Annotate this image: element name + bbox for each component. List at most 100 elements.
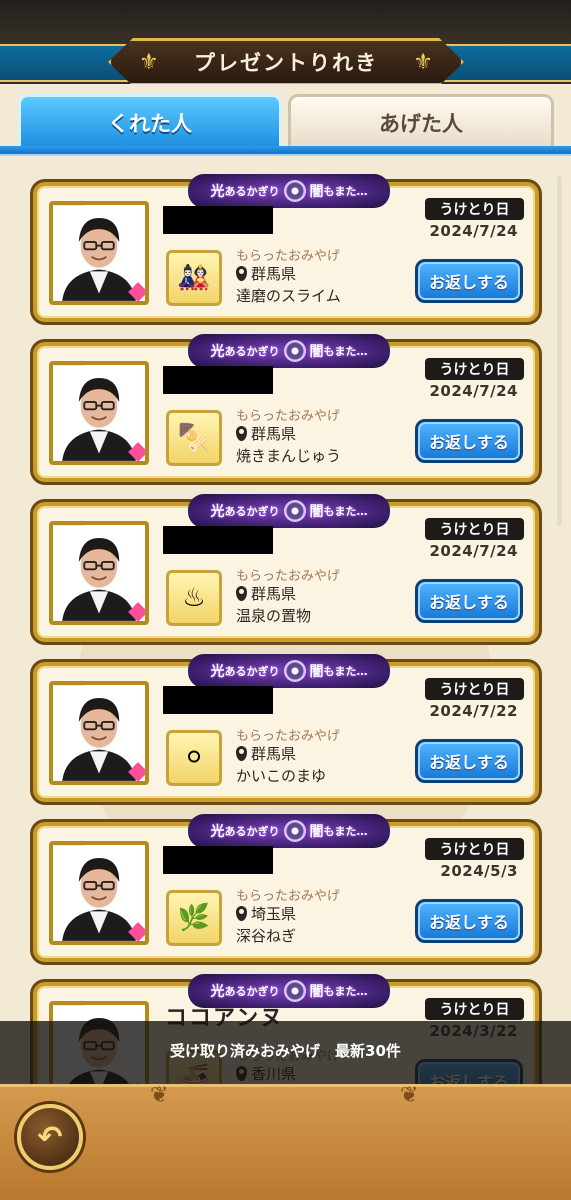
card-banner: 光あるかぎり 闇もまた…: [188, 814, 390, 848]
banner-text-while: あるかぎり: [224, 665, 280, 678]
present-card: 光あるかぎり闇もまた… ⚪ もらったおみやげ 群馬県 かいこのまゆ うけとり日 …: [33, 654, 539, 802]
eye-emblem-icon: [283, 500, 306, 522]
souvenir-label: もらったおみやげ: [236, 569, 341, 584]
location-pin-icon: [236, 586, 247, 601]
card-banner: 光あるかぎり 闇もまた…: [188, 334, 390, 368]
avatar[interactable]: [49, 521, 149, 625]
return-gift-button[interactable]: お返しする: [415, 899, 523, 943]
received-date-badge: うけとり日: [425, 358, 524, 380]
location-pin-icon: [236, 426, 247, 441]
avatar-person-icon: [53, 685, 145, 781]
prefecture-text: 群馬県: [251, 425, 297, 443]
return-gift-button[interactable]: お返しする: [415, 419, 523, 463]
banner-text-also: もまた…: [323, 345, 368, 358]
souvenir-label: もらったおみやげ: [236, 889, 341, 904]
banner-text-also: もまた…: [323, 665, 368, 678]
souvenir-name: 達磨のスライム: [236, 287, 341, 305]
onsen-ornament-icon: ♨: [166, 570, 222, 626]
sender-name-redacted: [163, 686, 273, 714]
card-banner: 光あるかぎり 闇もまた…: [188, 494, 390, 528]
fukaya-negi-icon: 🌿: [166, 890, 222, 946]
sender-name-redacted: [163, 526, 273, 554]
banner-text-also: もまた…: [323, 985, 368, 998]
prefecture: 群馬県: [236, 263, 296, 284]
prefecture-text: 群馬県: [251, 745, 297, 763]
banner-text-dark: 闇: [309, 984, 324, 1000]
present-card: 光あるかぎり 闇もまた… 🌿 もらったおみやげ 埼玉県 深谷ねぎ うけとり日 20…: [33, 814, 539, 962]
banner-text-also: もまた…: [323, 185, 368, 198]
scrollbar[interactable]: [557, 176, 562, 526]
souvenir-label: もらったおみやげ: [236, 249, 341, 264]
souvenir-name: 焼きまんじゅう: [236, 447, 342, 465]
ornament-left-icon: ❦: [150, 1083, 169, 1108]
banner-text-while: あるかぎり: [224, 345, 280, 358]
present-card: 光あるかぎり闇もまた… 🎎 もらったおみやげ 群馬県 達磨のスライム うけとり日…: [33, 174, 539, 322]
sender-name-redacted: [163, 206, 273, 234]
prefecture: 群馬県: [236, 743, 296, 764]
banner-text-also: もまた…: [323, 825, 368, 838]
page-title: プレゼントりれき: [194, 51, 378, 75]
eye-emblem-icon: [283, 180, 306, 202]
souvenir-name: かいこのまゆ: [236, 767, 327, 785]
fleur-left-icon: ⚜: [139, 50, 159, 75]
banner-text-light: 光: [210, 184, 225, 200]
souvenir-name: 温泉の置物: [236, 607, 312, 625]
avatar-person-icon: [53, 365, 145, 461]
avatar[interactable]: [49, 841, 149, 945]
location-pin-icon: [236, 906, 247, 921]
bottom-bar: ❦ ❦: [0, 1083, 571, 1200]
banner-text-light: 光: [210, 504, 225, 520]
tab-given[interactable]: あげた人: [288, 94, 554, 148]
banner-text-while: あるかぎり: [224, 985, 280, 998]
received-date: 2024/7/22: [429, 702, 518, 720]
banner-text-while: あるかぎり: [224, 505, 280, 518]
banner-text-dark: 闇: [309, 664, 324, 680]
received-date-badge: うけとり日: [425, 518, 524, 540]
return-gift-button[interactable]: お返しする: [415, 739, 523, 783]
received-date-badge: うけとり日: [425, 838, 524, 860]
card-banner: 光あるかぎり 闇もまた…: [188, 174, 390, 208]
souvenir-label: もらったおみやげ: [236, 729, 341, 744]
location-pin-icon: [236, 266, 247, 281]
banner-text-light: 光: [210, 824, 225, 840]
eye-emblem-icon: [283, 660, 306, 682]
back-arrow-icon: ↶: [37, 1119, 63, 1155]
sender-name-redacted: [163, 366, 273, 394]
back-button[interactable]: ↶: [17, 1104, 83, 1170]
tab-received[interactable]: くれた人: [18, 94, 282, 148]
eye-emblem-icon: [283, 340, 306, 362]
received-date-badge: うけとり日: [425, 198, 524, 220]
avatar-person-icon: [53, 525, 145, 621]
prefecture-text: 埼玉県: [251, 905, 297, 923]
banner-text-light: 光: [210, 344, 225, 360]
sender-name-redacted: [163, 846, 273, 874]
fleur-right-icon: ⚜: [413, 50, 433, 75]
avatar[interactable]: [49, 681, 149, 785]
banner-text-while: あるかぎり: [224, 825, 280, 838]
return-gift-button[interactable]: お返しする: [415, 579, 523, 623]
daruma-slime-icon: 🎎: [166, 250, 222, 306]
prefecture: 群馬県: [236, 583, 296, 604]
souvenir-name: 深谷ねぎ: [236, 927, 297, 945]
received-date: 2024/5/3: [440, 862, 518, 880]
banner-text-also: もまた…: [323, 505, 368, 518]
avatar[interactable]: [49, 361, 149, 465]
banner-text-dark: 闇: [309, 824, 324, 840]
prefecture: 埼玉県: [236, 903, 296, 924]
souvenir-label: もらったおみやげ: [236, 409, 341, 424]
return-gift-button[interactable]: お返しする: [415, 259, 523, 303]
received-date-badge: うけとり日: [425, 678, 524, 700]
eye-emblem-icon: [283, 820, 306, 842]
top-strip: [0, 0, 571, 44]
present-card: 光あるかぎり闇もまた… 🍢 もらったおみやげ 群馬県 焼きまんじゅう うけとり日…: [33, 334, 539, 482]
tab-underline: [0, 146, 571, 156]
notice-bar: 受け取り済みおみやげ 最新30件: [0, 1021, 571, 1084]
location-pin-icon: [236, 746, 247, 761]
prefecture-text: 群馬県: [251, 265, 297, 283]
title-plate: ⚜ プレゼントりれき ⚜: [108, 38, 464, 86]
silkworm-cocoon-icon: ⚪: [166, 730, 222, 786]
prefecture: 群馬県: [236, 423, 296, 444]
present-card: 光あるかぎり闇もまた… ♨ もらったおみやげ 群馬県 温泉の置物 うけとり日 2…: [33, 494, 539, 642]
eye-emblem-icon: [283, 980, 306, 1002]
avatar[interactable]: [49, 201, 149, 305]
